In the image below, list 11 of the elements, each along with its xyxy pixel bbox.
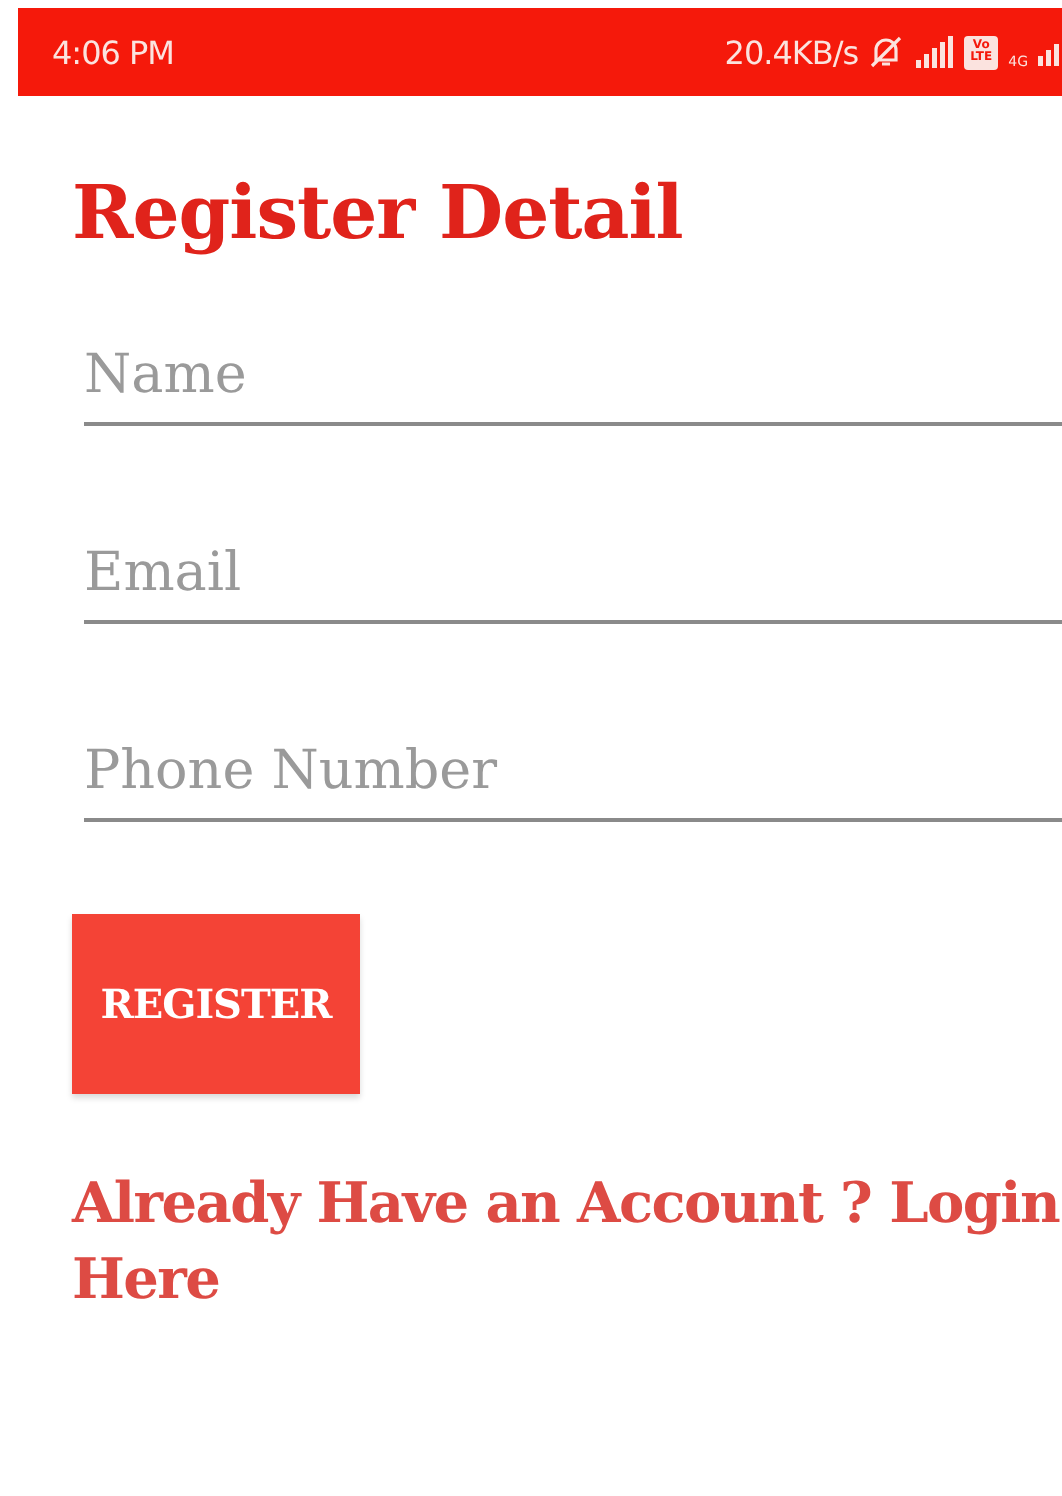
- text-field[interactable]: Name: [84, 340, 1062, 426]
- text-field[interactable]: Email: [84, 538, 1062, 624]
- signal-icon: [914, 36, 955, 68]
- network-speed: 20.4KB/s: [724, 33, 859, 71]
- signal-icon: [1038, 38, 1062, 66]
- text-field[interactable]: Phone Number: [84, 736, 1062, 822]
- login-link[interactable]: Already Have an Account ? Login Here: [72, 1166, 1062, 1318]
- clock-time: 4:06 PM: [52, 33, 176, 71]
- page-title: Register Detail: [72, 168, 685, 256]
- register-button[interactable]: REGISTER: [72, 914, 360, 1094]
- bell-off-icon: [868, 34, 905, 70]
